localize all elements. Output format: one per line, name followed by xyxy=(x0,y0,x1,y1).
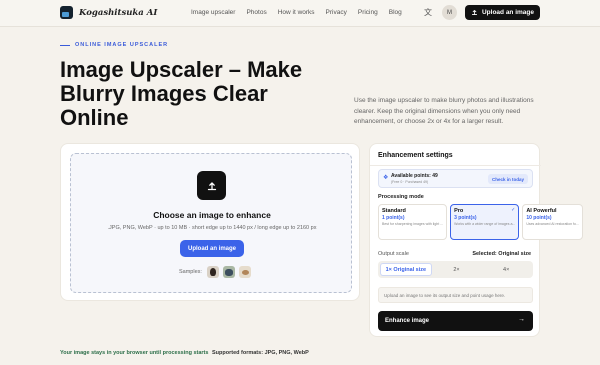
points-label: Available points: 49 xyxy=(391,173,438,179)
samples-label: Samples: xyxy=(179,269,202,275)
processing-mode-label: Processing mode xyxy=(378,194,424,200)
dropzone-formats: .JPG, PNG, WebP · up to 10 MB · short ed… xyxy=(107,225,317,231)
nav-link-privacy[interactable]: Privacy xyxy=(326,9,347,16)
upload-icon xyxy=(197,171,226,200)
brand-name: Kogashitsuka AI xyxy=(79,7,158,18)
sample-image-landscape[interactable] xyxy=(222,266,235,278)
mode-option-pro[interactable]: ✓ Pro 3 point(s) Works with a wider rang… xyxy=(450,204,520,240)
avatar[interactable]: M xyxy=(441,5,457,20)
translate-icon[interactable]: 文 xyxy=(422,7,434,18)
eyebrow-line xyxy=(60,44,70,46)
points-sub: (Free 0 · Purchased 49) xyxy=(391,180,429,184)
enhance-label: Enhance image xyxy=(385,318,430,324)
supported-formats-label: Supported formats: xyxy=(212,350,264,356)
page-title: Image Upscaler – Make Blurry Images Clea… xyxy=(60,57,303,130)
hero-eyebrow: ONLINE IMAGE UPSCALER xyxy=(60,42,168,48)
mode-desc: Uses advanced AI restoration fo... xyxy=(526,222,579,226)
mode-points: 3 point(s) xyxy=(454,215,477,221)
output-scale-label: Output scale xyxy=(378,251,409,257)
mode-points: 10 point(s) xyxy=(526,215,552,221)
nav-upload-button[interactable]: Upload an image xyxy=(464,5,540,20)
app-logo xyxy=(60,6,73,19)
mode-points: 1 point(s) xyxy=(382,215,405,221)
mode-option-ai-powerful[interactable]: AI Powerful 10 point(s) Uses advanced AI… xyxy=(522,204,583,240)
nav-link-how-it-works[interactable]: How it works xyxy=(278,9,315,16)
output-hint: Upload an image to see its output size a… xyxy=(378,287,533,303)
enhancement-settings-panel: Enhancement settings ❖ Available points:… xyxy=(369,143,583,337)
brand[interactable]: Kogashitsuka AI xyxy=(60,6,157,19)
nav-link-photos[interactable]: Photos xyxy=(246,9,266,16)
settings-title: Enhancement settings xyxy=(378,152,453,159)
dropzone[interactable]: Choose an image to enhance .JPG, PNG, We… xyxy=(70,153,352,293)
output-scale-selector: 1× Original size 2× 4× xyxy=(378,261,533,278)
nav-link-blog[interactable]: Blog xyxy=(389,9,402,16)
supported-formats-value: JPG, PNG, WebP xyxy=(264,350,309,356)
processing-modes: Standard 1 point(s) Best for sharpening … xyxy=(378,204,583,240)
mode-name: Pro xyxy=(454,208,464,214)
eyebrow-text: ONLINE IMAGE UPSCALER xyxy=(75,42,169,48)
checkin-button[interactable]: Check in today xyxy=(487,174,528,184)
samples: Samples: xyxy=(179,266,251,278)
arrow-right-icon: → xyxy=(518,316,525,323)
dropzone-title: Choose an image to enhance xyxy=(153,210,271,220)
nav-links: Image upscaler Photos How it works Priva… xyxy=(191,9,413,16)
check-icon: ✓ xyxy=(511,207,516,213)
nav-link-pricing[interactable]: Pricing xyxy=(358,9,378,16)
upload-button[interactable]: Upload an image xyxy=(180,240,244,257)
points-icon: ❖ xyxy=(383,175,389,181)
nav-actions: 文 M Upload an image xyxy=(422,5,540,20)
scale-option-1x[interactable]: 1× Original size xyxy=(380,263,432,276)
mode-name: AI Powerful xyxy=(526,208,557,214)
supported-formats: Supported formats: JPG, PNG, WebP xyxy=(212,350,309,356)
top-nav: Kogashitsuka AI Image upscaler Photos Ho… xyxy=(0,0,600,27)
scale-option-4x[interactable]: 4× xyxy=(481,263,531,276)
scale-option-2x[interactable]: 2× xyxy=(432,263,482,276)
mode-option-standard[interactable]: Standard 1 point(s) Best for sharpening … xyxy=(378,204,448,240)
upload-icon xyxy=(471,9,478,16)
settings-divider xyxy=(370,165,541,166)
nav-link-image-upscaler[interactable]: Image upscaler xyxy=(191,9,235,16)
hero-description: Use the image upscaler to make blurry ph… xyxy=(354,97,534,125)
points-box: ❖ Available points: 49 (Free 0 · Purchas… xyxy=(378,169,533,188)
mode-name: Standard xyxy=(382,208,406,214)
enhance-button[interactable]: Enhance image → xyxy=(378,311,533,331)
nav-upload-label: Upload an image xyxy=(481,9,534,16)
mode-desc: Works with a wider range of images a... xyxy=(454,222,516,226)
mode-desc: Best for sharpening images with light ..… xyxy=(382,222,444,226)
output-scale-selected: Selected: Original size xyxy=(472,251,531,257)
sample-image-food[interactable] xyxy=(238,266,251,278)
upload-card: Choose an image to enhance .JPG, PNG, We… xyxy=(60,143,360,301)
privacy-note: Your image stays in your browser until p… xyxy=(60,350,209,356)
sample-image-portrait[interactable] xyxy=(206,266,219,278)
